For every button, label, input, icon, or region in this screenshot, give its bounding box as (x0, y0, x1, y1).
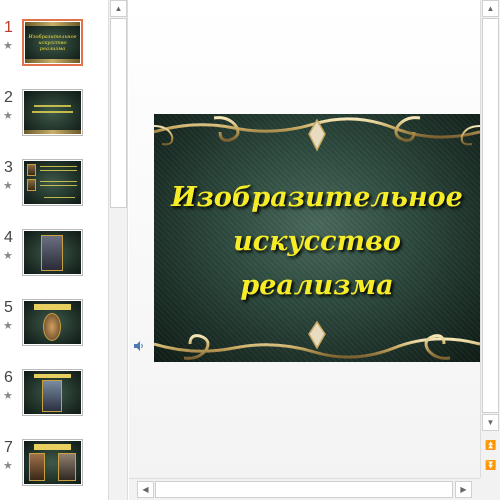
animation-star-icon: ★ (3, 320, 13, 332)
scroll-up-button[interactable]: ▲ (110, 0, 127, 17)
animation-star-icon: ★ (3, 460, 13, 472)
left-arrow-icon: ◀ (142, 485, 149, 494)
slide-title[interactable]: Изобразительное искусство реализма (154, 176, 480, 308)
scroll-up-button[interactable]: ▲ (482, 0, 499, 17)
thumbnail-title: Изобразительное искусство реализма (28, 34, 77, 52)
down-arrow-icon: ▼ (486, 418, 495, 427)
thumbnail-frame[interactable] (22, 229, 83, 276)
right-arrow-icon: ▶ (460, 485, 467, 494)
thumbnail-frame[interactable] (22, 299, 83, 346)
slide-number: 6 (4, 369, 13, 386)
scroll-left-button[interactable]: ◀ (137, 481, 154, 498)
scrollbar-thumb[interactable] (155, 481, 453, 498)
thumbnail-frame[interactable] (22, 89, 83, 136)
up-arrow-icon: ▲ (114, 4, 123, 13)
thumbnail-scrollbar[interactable]: ▲ (108, 0, 128, 500)
slide-number: 4 (4, 229, 13, 246)
thumbnail-image (24, 301, 81, 344)
scroll-right-button[interactable]: ▶ (455, 481, 472, 498)
thumbnail-3[interactable]: 3 ★ (0, 159, 108, 219)
current-slide[interactable]: Изобразительное искусство реализма (154, 114, 480, 362)
thumbnail-4[interactable]: 4 ★ (0, 229, 108, 289)
thumbnail-frame[interactable] (22, 439, 83, 486)
presentation-window: 1 ★ Изобразительное искусство реализма 2 … (0, 0, 500, 500)
double-up-arrow-icon: ⏫ (485, 439, 497, 450)
sound-icon[interactable] (133, 340, 145, 352)
thumbnail-frame[interactable] (22, 369, 83, 416)
previous-slide-button[interactable]: ⏫ (484, 438, 498, 452)
thumbnail-image: Изобразительное искусство реализма (25, 22, 80, 63)
thumbnail-6[interactable]: 6 ★ (0, 369, 108, 429)
scrollbar-thumb[interactable] (482, 18, 499, 413)
slide-number: 5 (4, 299, 13, 316)
gold-ornament-bottom (154, 320, 480, 360)
thumbnail-image (24, 161, 81, 204)
title-line-1: Изобразительное (171, 182, 463, 213)
animation-star-icon: ★ (3, 180, 13, 192)
animation-star-icon: ★ (3, 40, 13, 52)
title-line-2: искусство реализма (233, 226, 401, 301)
thumbnail-1[interactable]: 1 ★ Изобразительное искусство реализма (0, 19, 108, 79)
scroll-down-button[interactable]: ▼ (482, 414, 499, 431)
scrollbar-corner (480, 478, 500, 500)
up-arrow-icon: ▲ (486, 4, 495, 13)
thumbnail-image (24, 91, 81, 134)
slide-thumbnail-panel: 1 ★ Изобразительное искусство реализма 2 … (0, 0, 108, 500)
next-slide-button[interactable]: ⏬ (484, 458, 498, 472)
slide-vertical-scrollbar[interactable]: ▲ ▼ ⏫ ⏬ (480, 0, 500, 478)
thumbnail-frame[interactable] (22, 159, 83, 206)
thumbnail-2[interactable]: 2 ★ (0, 89, 108, 149)
animation-star-icon: ★ (3, 110, 13, 122)
thumbnail-image (24, 231, 81, 274)
scrollbar-thumb[interactable] (110, 18, 127, 208)
slide-horizontal-scrollbar[interactable]: ◀ ▶ (129, 478, 480, 500)
gold-ornament-top (154, 116, 480, 152)
double-down-arrow-icon: ⏬ (485, 459, 497, 470)
slide-number: 7 (4, 439, 13, 456)
slide-number: 1 (4, 19, 13, 36)
animation-star-icon: ★ (3, 390, 13, 402)
thumbnail-7[interactable]: 7 ★ (0, 439, 108, 499)
animation-star-icon: ★ (3, 250, 13, 262)
thumbnail-5[interactable]: 5 ★ (0, 299, 108, 359)
thumbnail-image (24, 441, 81, 484)
slide-editing-area: Изобразительное искусство реализма (129, 0, 480, 478)
thumbnail-image (24, 371, 81, 414)
slide-number: 3 (4, 159, 13, 176)
slide-number: 2 (4, 89, 13, 106)
thumbnail-frame[interactable]: Изобразительное искусство реализма (22, 19, 83, 66)
